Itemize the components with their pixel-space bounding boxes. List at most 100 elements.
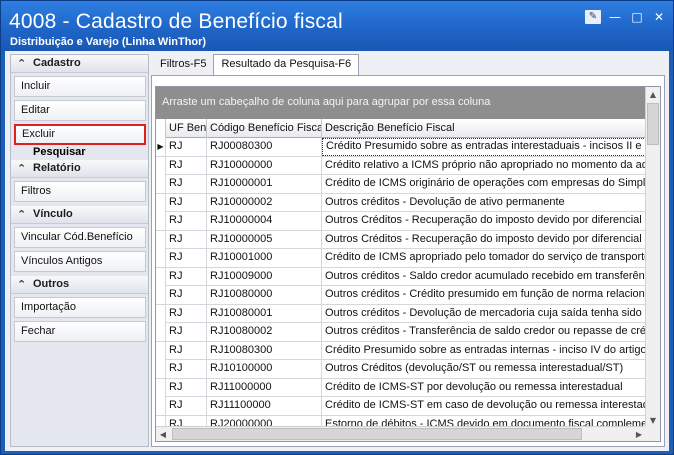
cell-uf[interactable]: RJ	[166, 230, 207, 249]
chevron-up-icon[interactable]: ⌃	[17, 55, 26, 72]
filtros-button[interactable]: Filtros	[14, 181, 146, 202]
row-indicator[interactable]	[156, 193, 166, 212]
cell-descricao[interactable]: Crédito Presumido sobre as entradas inte…	[322, 342, 646, 360]
incluir-button[interactable]: Incluir	[14, 76, 146, 97]
row-indicator[interactable]	[156, 397, 166, 415]
table-row[interactable]: RJ RJ10100000 Outros Créditos (devolução/S…	[156, 360, 646, 379]
scroll-right-icon[interactable]: ▶	[632, 427, 646, 441]
cell-descricao[interactable]: Outros créditos - Devolução de ativo per…	[322, 194, 646, 212]
table-row[interactable]: RJ RJ11100000 Crédito de ICMS-ST em caso d…	[156, 397, 646, 416]
horizontal-scroll-thumb[interactable]	[172, 428, 582, 440]
fechar-button[interactable]: Fechar	[14, 321, 146, 342]
importacao-button[interactable]: Importação	[14, 297, 146, 318]
cell-codigo[interactable]: RJ10080300	[207, 341, 322, 360]
row-indicator[interactable]	[156, 175, 166, 193]
cell-codigo[interactable]: RJ10080002	[207, 323, 322, 341]
row-indicator[interactable]	[156, 286, 166, 304]
horizontal-scrollbar[interactable]: ◀ ▶	[156, 426, 646, 441]
vertical-scroll-thumb[interactable]	[647, 103, 659, 145]
cell-codigo[interactable]: RJ10100000	[207, 360, 322, 378]
cell-descricao[interactable]: Outros Créditos - Recuperação do imposto…	[322, 212, 646, 230]
row-indicator[interactable]	[156, 212, 166, 230]
column-header-descricao[interactable]: Descrição Benefício Fiscal	[322, 119, 646, 138]
cell-uf[interactable]: RJ	[166, 304, 207, 323]
cell-uf[interactable]: RJ	[166, 397, 207, 415]
maximize-icon[interactable]: □	[629, 10, 645, 24]
row-indicator[interactable]	[156, 341, 166, 360]
table-row[interactable]: RJ RJ10000001 Crédito de ICMS originário d…	[156, 175, 646, 194]
table-row[interactable]: RJ RJ10009000 Outros créditos - Saldo cred…	[156, 267, 646, 286]
cell-codigo[interactable]: RJ10000005	[207, 230, 322, 249]
cell-codigo[interactable]: RJ10001000	[207, 249, 322, 267]
table-row[interactable]: RJ RJ10000000 Crédito relativo a ICMS próp…	[156, 156, 646, 175]
cell-descricao[interactable]: Crédito Presumido sobre as entradas inte…	[322, 138, 646, 156]
row-indicator-arrow-icon[interactable]: ▶	[156, 138, 166, 156]
vinculos-antigos-button[interactable]: Vínculos Antigos	[14, 251, 146, 272]
table-row[interactable]: RJ RJ10001000 Crédito de ICMS apropriado p…	[156, 249, 646, 268]
cell-uf[interactable]: RJ	[166, 267, 207, 286]
editar-button[interactable]: Editar	[14, 100, 146, 121]
cell-codigo[interactable]: RJ10080001	[207, 304, 322, 323]
cell-codigo[interactable]: RJ00080300	[207, 138, 322, 156]
cell-uf[interactable]: RJ	[166, 212, 207, 230]
row-indicator[interactable]	[156, 360, 166, 378]
row-indicator[interactable]	[156, 304, 166, 323]
title-bar[interactable]: 4008 - Cadastro de Benefício fiscal Dist…	[1, 1, 673, 51]
table-row[interactable]: RJ RJ10000004 Outros Créditos - Recuperaçã…	[156, 212, 646, 231]
chevron-up-icon[interactable]: ⌃	[17, 206, 26, 223]
cell-uf[interactable]: RJ	[166, 193, 207, 212]
cell-uf[interactable]: RJ	[166, 156, 207, 175]
row-indicator[interactable]	[156, 267, 166, 286]
chevron-up-icon[interactable]: ⌃	[17, 276, 26, 293]
cell-codigo[interactable]: RJ11000000	[207, 378, 322, 397]
section-cadastro[interactable]: ⌃ Cadastro	[11, 55, 148, 73]
cell-codigo[interactable]: RJ10000002	[207, 193, 322, 212]
edit-icon[interactable]: ✎	[585, 10, 601, 24]
cell-uf[interactable]: RJ	[166, 249, 207, 267]
cell-uf[interactable]: RJ	[166, 323, 207, 341]
table-row[interactable]: RJ RJ10080300 Crédito Presumido sobre as e…	[156, 341, 646, 360]
table-row[interactable]: RJ RJ10000002 Outros créditos - Devolução …	[156, 193, 646, 212]
group-by-panel[interactable]: Arraste um cabeçalho de coluna aqui para…	[156, 87, 646, 119]
chevron-up-icon[interactable]: ⌃	[17, 160, 26, 177]
cell-uf[interactable]: RJ	[166, 360, 207, 378]
row-indicator[interactable]	[156, 249, 166, 267]
pesquisar-button[interactable]: Pesquisar	[11, 145, 148, 160]
cell-uf[interactable]: RJ	[166, 286, 207, 304]
cell-uf[interactable]: RJ	[166, 175, 207, 193]
cell-descricao[interactable]: Outros créditos - Saldo credor acumulado…	[322, 268, 646, 286]
table-row[interactable]: RJ RJ10080001 Outros créditos - Devolução …	[156, 304, 646, 323]
table-row[interactable]: RJ RJ11000000 Crédito de ICMS-ST por devol…	[156, 378, 646, 397]
section-vinculo[interactable]: ⌃ Vínculo	[11, 206, 148, 224]
tab-resultado-pesquisa[interactable]: Resultado da Pesquisa-F6	[213, 54, 360, 75]
cell-codigo[interactable]: RJ10009000	[207, 267, 322, 286]
table-row[interactable]: ▶ RJ RJ00080300 Crédito Presumido sobre as …	[156, 138, 646, 157]
column-header-codigo[interactable]: Código Benefício Fiscal	[207, 119, 322, 138]
cell-descricao[interactable]: Outros créditos - Crédito presumido em f…	[322, 286, 646, 304]
vincular-cod-beneficio-button[interactable]: Vincular Cód.Benefício	[14, 227, 146, 248]
scroll-up-icon[interactable]: ▲	[646, 87, 660, 102]
row-indicator[interactable]	[156, 378, 166, 397]
cell-descricao[interactable]: Outros créditos - Devolução de mercadori…	[322, 305, 646, 323]
cell-codigo[interactable]: RJ10000001	[207, 175, 322, 193]
tab-filtros[interactable]: Filtros-F5	[153, 55, 213, 74]
section-outros[interactable]: ⌃ Outros	[11, 276, 148, 294]
minimize-icon[interactable]: —	[607, 10, 623, 24]
vertical-scrollbar[interactable]: ▲ ▼	[645, 87, 660, 428]
row-indicator[interactable]	[156, 230, 166, 249]
cell-codigo[interactable]: RJ10000004	[207, 212, 322, 230]
cell-descricao[interactable]: Crédito relativo a ICMS próprio não apro…	[322, 157, 646, 175]
cell-descricao[interactable]: Outros Créditos (devolução/ST ou remessa…	[322, 360, 646, 378]
section-relatorio[interactable]: ⌃ Relatório	[11, 160, 148, 178]
row-indicator[interactable]	[156, 323, 166, 341]
table-row[interactable]: RJ RJ10080002 Outros créditos - Transferên…	[156, 323, 646, 342]
cell-descricao[interactable]: Crédito de ICMS-ST em caso de devolução …	[322, 397, 646, 415]
cell-descricao[interactable]: Crédito de ICMS originário de operações …	[322, 175, 646, 193]
row-indicator[interactable]	[156, 156, 166, 175]
close-icon[interactable]: ✕	[651, 10, 667, 24]
column-header-uf[interactable]: UF Benef	[166, 119, 207, 138]
cell-uf[interactable]: RJ	[166, 341, 207, 360]
cell-descricao[interactable]: Outros créditos - Transferência de saldo…	[322, 323, 646, 341]
table-row[interactable]: RJ RJ10080000 Outros créditos - Crédito pr…	[156, 286, 646, 305]
cell-descricao[interactable]: Crédito de ICMS-ST por devolução ou reme…	[322, 379, 646, 397]
